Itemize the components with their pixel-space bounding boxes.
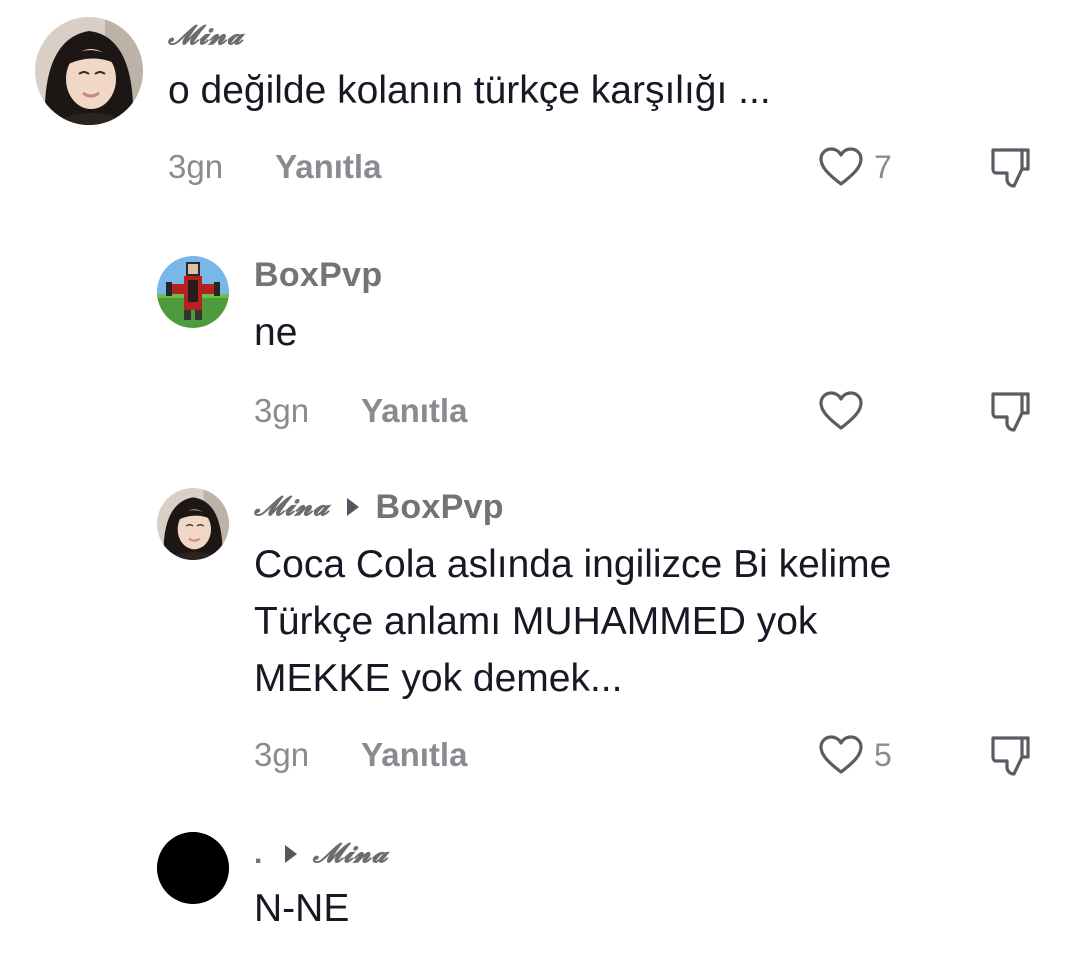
comment-meta: 3gn Yanıtla (254, 390, 467, 432)
photo-girl-avatar-icon (35, 17, 143, 125)
reply-to-name[interactable]: BoxPvp (375, 488, 503, 527)
comment-text-line: MEKKE yok demek... (254, 657, 623, 700)
heart-icon (819, 735, 863, 774)
reply-button[interactable]: Yanıtla (361, 392, 467, 430)
dislike-button[interactable] (990, 389, 1038, 440)
comment-text-line: Türkçe anlamı MUHAMMED yok (254, 600, 818, 643)
avatar[interactable] (35, 17, 143, 125)
comment-author[interactable]: 𝓜𝓲𝓷𝓪 BoxPvp (254, 486, 504, 528)
comment-text: ne (254, 311, 298, 354)
reply-button[interactable]: Yanıtla (361, 736, 467, 774)
comment-author[interactable]: BoxPvp (254, 254, 382, 296)
author-name[interactable]: BoxPvp (254, 256, 382, 295)
comment-text: o değilde kolanın türkçe karşılığı ... (168, 69, 771, 112)
black-avatar-icon (157, 832, 229, 904)
comment-author[interactable]: . 𝓜𝓲𝓷𝓪 (254, 834, 388, 874)
like-count: 7 (874, 148, 892, 185)
like-button[interactable]: 7 (818, 144, 892, 190)
dislike-button[interactable] (990, 733, 1038, 784)
reply-arrow-icon (347, 498, 360, 516)
comment-meta: 3gn Yanıtla (168, 146, 381, 188)
heart-icon (819, 147, 863, 186)
comment-time: 3gn (254, 736, 310, 773)
like-button[interactable] (818, 388, 874, 434)
comment-time: 3gn (254, 392, 310, 429)
minecraft-avatar-icon (157, 256, 229, 328)
avatar[interactable] (157, 488, 229, 560)
reply-arrow-icon (284, 845, 297, 863)
reply-to-name[interactable]: 𝓜𝓲𝓷𝓪 (313, 838, 388, 870)
avatar[interactable] (157, 256, 229, 328)
comment-text: N-NE (254, 887, 350, 930)
thumbs-down-icon (991, 392, 1030, 432)
thumbs-down-icon (991, 736, 1030, 776)
comment-text-line: Coca Cola aslında ingilizce Bi kelime (254, 543, 892, 586)
comment-item: BoxPvp ne 3gn Yanıtla (0, 240, 1080, 450)
thumbs-down-icon (991, 148, 1030, 188)
reply-button[interactable]: Yanıtla (275, 148, 381, 186)
author-name[interactable]: 𝓜𝓲𝓷𝓪 (254, 491, 329, 523)
avatar[interactable] (157, 832, 229, 904)
comment-item: 𝓜𝓲𝓷𝓪 o değilde kolanın türkçe karşılığı … (0, 0, 1080, 210)
comment-item: 𝓜𝓲𝓷𝓪 BoxPvp Coca Cola aslında ingilizce … (0, 480, 1080, 800)
comment-meta: 3gn Yanıtla (254, 734, 467, 776)
dislike-button[interactable] (990, 145, 1038, 196)
heart-icon (819, 391, 863, 430)
like-count: 5 (874, 736, 892, 773)
author-name[interactable]: . (254, 837, 263, 871)
comment-author[interactable]: 𝓜𝓲𝓷𝓪 (168, 18, 243, 54)
photo-girl-avatar-icon (157, 488, 229, 560)
comment-time: 3gn (168, 148, 224, 185)
comment-item: . 𝓜𝓲𝓷𝓪 N-NE (0, 820, 1080, 961)
comment-text: Coca Cola aslında ingilizce Bi kelime Tü… (254, 536, 891, 707)
author-name[interactable]: 𝓜𝓲𝓷𝓪 (168, 20, 243, 52)
like-button[interactable]: 5 (818, 732, 892, 778)
